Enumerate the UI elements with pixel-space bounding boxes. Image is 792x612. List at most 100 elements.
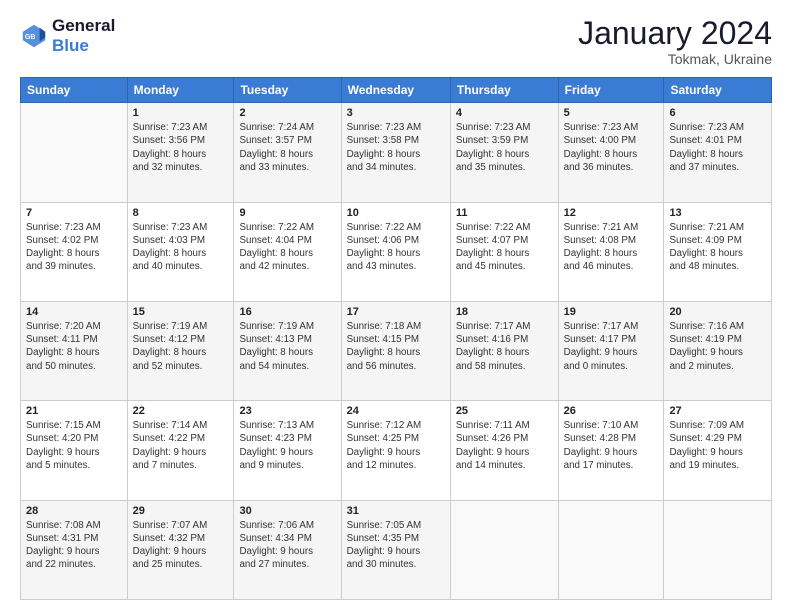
day-number: 24 (347, 405, 445, 417)
day-number: 13 (669, 207, 766, 219)
day-cell: 11 Sunrise: 7:22 AM Sunset: 4:07 PM Dayli… (450, 202, 558, 301)
day-info: Sunrise: 7:11 AM Sunset: 4:26 PM Dayligh… (456, 419, 553, 472)
day-info: Sunrise: 7:19 AM Sunset: 4:13 PM Dayligh… (239, 320, 335, 373)
day-number: 20 (669, 306, 766, 318)
week-row-4: 21Sunrise: 7:15 AM Sunset: 4:20 PM Dayli… (21, 401, 772, 500)
day-cell: 4 Sunrise: 7:23 AM Sunset: 3:59 PM Daylig… (450, 103, 558, 202)
day-number: 26 (564, 405, 659, 417)
day-info: Sunrise: 7:23 AM Sunset: 4:00 PM Dayligh… (564, 121, 659, 174)
day-number: 1 (133, 107, 229, 119)
day-info: Sunrise: 7:09 AM Sunset: 4:29 PM Dayligh… (669, 419, 766, 472)
day-info: Sunrise: 7:21 AM Sunset: 4:08 PM Dayligh… (564, 221, 659, 274)
day-number: 5 (564, 107, 659, 119)
col-thursday: Thursday (450, 78, 558, 103)
day-cell: 28Sunrise: 7:08 AM Sunset: 4:31 PM Dayli… (21, 500, 128, 599)
col-sunday: Sunday (21, 78, 128, 103)
day-cell: 5 Sunrise: 7:23 AM Sunset: 4:00 PM Daylig… (558, 103, 664, 202)
day-cell: 9 Sunrise: 7:22 AM Sunset: 4:04 PM Daylig… (234, 202, 341, 301)
day-cell: 3Sunrise: 7:23 AM Sunset: 3:58 PM Daylig… (341, 103, 450, 202)
page: GB General Blue January 2024 Tokmak, Ukr… (0, 0, 792, 612)
day-number: 2 (239, 107, 335, 119)
day-number: 18 (456, 306, 553, 318)
day-info: Sunrise: 7:21 AM Sunset: 4:09 PM Dayligh… (669, 221, 766, 274)
day-number: 30 (239, 505, 335, 517)
week-row-1: 1 Sunrise: 7:23 AM Sunset: 3:56 PM Daylig… (21, 103, 772, 202)
day-info: Sunrise: 7:13 AM Sunset: 4:23 PM Dayligh… (239, 419, 335, 472)
day-cell: 24Sunrise: 7:12 AM Sunset: 4:25 PM Dayli… (341, 401, 450, 500)
day-number: 25 (456, 405, 553, 417)
day-info: Sunrise: 7:23 AM Sunset: 4:02 PM Dayligh… (26, 221, 122, 274)
day-info: Sunrise: 7:20 AM Sunset: 4:11 PM Dayligh… (26, 320, 122, 373)
day-number: 29 (133, 505, 229, 517)
day-cell (450, 500, 558, 599)
day-cell: 6Sunrise: 7:23 AM Sunset: 4:01 PM Daylig… (664, 103, 772, 202)
day-number: 4 (456, 107, 553, 119)
col-monday: Monday (127, 78, 234, 103)
day-cell: 30Sunrise: 7:06 AM Sunset: 4:34 PM Dayli… (234, 500, 341, 599)
col-tuesday: Tuesday (234, 78, 341, 103)
calendar-header: Sunday Monday Tuesday Wednesday Thursday… (21, 78, 772, 103)
day-cell: 12 Sunrise: 7:21 AM Sunset: 4:08 PM Dayli… (558, 202, 664, 301)
day-info: Sunrise: 7:22 AM Sunset: 4:07 PM Dayligh… (456, 221, 553, 274)
day-cell: 17 Sunrise: 7:18 AM Sunset: 4:15 PM Dayli… (341, 301, 450, 400)
day-number: 23 (239, 405, 335, 417)
title-block: January 2024 Tokmak, Ukraine (578, 16, 772, 67)
day-number: 9 (239, 207, 335, 219)
day-number: 21 (26, 405, 122, 417)
day-number: 3 (347, 107, 445, 119)
day-info: Sunrise: 7:23 AM Sunset: 3:59 PM Dayligh… (456, 121, 553, 174)
day-number: 10 (347, 207, 445, 219)
day-info: Sunrise: 7:17 AM Sunset: 4:17 PM Dayligh… (564, 320, 659, 373)
day-number: 11 (456, 207, 553, 219)
day-cell: 15Sunrise: 7:19 AM Sunset: 4:12 PM Dayli… (127, 301, 234, 400)
day-cell: 13 Sunrise: 7:21 AM Sunset: 4:09 PM Dayli… (664, 202, 772, 301)
day-info: Sunrise: 7:16 AM Sunset: 4:19 PM Dayligh… (669, 320, 766, 373)
day-cell: 8Sunrise: 7:23 AM Sunset: 4:03 PM Daylig… (127, 202, 234, 301)
day-cell: 29 Sunrise: 7:07 AM Sunset: 4:32 PM Dayli… (127, 500, 234, 599)
day-cell: 14 Sunrise: 7:20 AM Sunset: 4:11 PM Dayli… (21, 301, 128, 400)
day-cell: 10 Sunrise: 7:22 AM Sunset: 4:06 PM Dayli… (341, 202, 450, 301)
week-row-2: 7 Sunrise: 7:23 AM Sunset: 4:02 PM Daylig… (21, 202, 772, 301)
logo: GB General Blue (20, 16, 115, 55)
logo-line2: Blue (52, 36, 115, 56)
day-cell: 22 Sunrise: 7:14 AM Sunset: 4:22 PM Dayli… (127, 401, 234, 500)
day-cell: 25 Sunrise: 7:11 AM Sunset: 4:26 PM Dayli… (450, 401, 558, 500)
day-info: Sunrise: 7:17 AM Sunset: 4:16 PM Dayligh… (456, 320, 553, 373)
main-title: January 2024 (578, 16, 772, 51)
day-cell: 19 Sunrise: 7:17 AM Sunset: 4:17 PM Dayli… (558, 301, 664, 400)
col-saturday: Saturday (664, 78, 772, 103)
day-info: Sunrise: 7:22 AM Sunset: 4:06 PM Dayligh… (347, 221, 445, 274)
day-info: Sunrise: 7:23 AM Sunset: 3:56 PM Dayligh… (133, 121, 229, 174)
day-info: Sunrise: 7:22 AM Sunset: 4:04 PM Dayligh… (239, 221, 335, 274)
day-cell: 20 Sunrise: 7:16 AM Sunset: 4:19 PM Dayli… (664, 301, 772, 400)
day-cell: 31Sunrise: 7:05 AM Sunset: 4:35 PM Dayli… (341, 500, 450, 599)
subtitle: Tokmak, Ukraine (578, 51, 772, 67)
day-info: Sunrise: 7:05 AM Sunset: 4:35 PM Dayligh… (347, 519, 445, 572)
week-row-5: 28Sunrise: 7:08 AM Sunset: 4:31 PM Dayli… (21, 500, 772, 599)
logo-line1: General (52, 16, 115, 36)
header-row: Sunday Monday Tuesday Wednesday Thursday… (21, 78, 772, 103)
week-row-3: 14 Sunrise: 7:20 AM Sunset: 4:11 PM Dayli… (21, 301, 772, 400)
day-info: Sunrise: 7:10 AM Sunset: 4:28 PM Dayligh… (564, 419, 659, 472)
day-number: 22 (133, 405, 229, 417)
day-number: 19 (564, 306, 659, 318)
day-cell (21, 103, 128, 202)
logo-icon: GB (20, 22, 48, 50)
calendar-body: 1 Sunrise: 7:23 AM Sunset: 3:56 PM Daylig… (21, 103, 772, 600)
col-friday: Friday (558, 78, 664, 103)
col-wednesday: Wednesday (341, 78, 450, 103)
day-info: Sunrise: 7:14 AM Sunset: 4:22 PM Dayligh… (133, 419, 229, 472)
day-number: 7 (26, 207, 122, 219)
day-info: Sunrise: 7:08 AM Sunset: 4:31 PM Dayligh… (26, 519, 122, 572)
day-number: 16 (239, 306, 335, 318)
day-info: Sunrise: 7:24 AM Sunset: 3:57 PM Dayligh… (239, 121, 335, 174)
day-cell (558, 500, 664, 599)
day-number: 14 (26, 306, 122, 318)
header: GB General Blue January 2024 Tokmak, Ukr… (20, 16, 772, 67)
day-cell: 2 Sunrise: 7:24 AM Sunset: 3:57 PM Daylig… (234, 103, 341, 202)
day-info: Sunrise: 7:18 AM Sunset: 4:15 PM Dayligh… (347, 320, 445, 373)
day-info: Sunrise: 7:07 AM Sunset: 4:32 PM Dayligh… (133, 519, 229, 572)
day-number: 12 (564, 207, 659, 219)
day-number: 17 (347, 306, 445, 318)
day-number: 8 (133, 207, 229, 219)
